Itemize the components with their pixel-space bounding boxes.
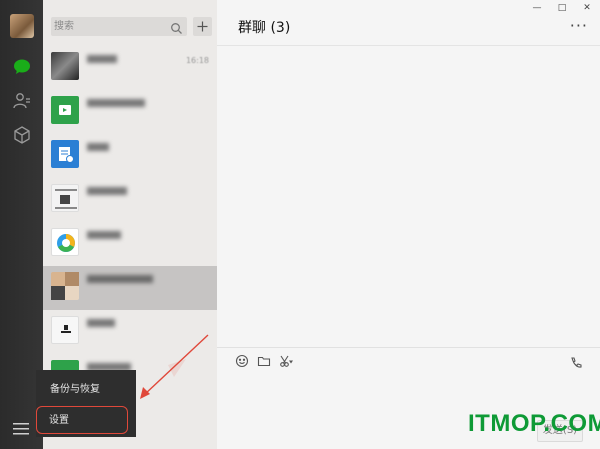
avatar xyxy=(51,316,79,344)
search-row xyxy=(43,14,217,38)
item-name xyxy=(87,275,153,283)
close-icon[interactable]: ✕ xyxy=(582,3,592,13)
composer-toolbar xyxy=(235,354,293,368)
list-item[interactable]: 16:18 xyxy=(43,46,217,90)
maximize-icon[interactable]: □ xyxy=(557,3,567,13)
folder-icon[interactable] xyxy=(257,354,271,368)
avatar xyxy=(51,52,79,80)
chat-icon[interactable] xyxy=(12,57,32,77)
item-name xyxy=(87,55,117,63)
item-name xyxy=(87,143,109,151)
add-button[interactable] xyxy=(193,17,212,36)
list-item[interactable] xyxy=(43,222,217,266)
item-name xyxy=(87,319,115,327)
item-name xyxy=(87,187,127,195)
watermark: ITMOP.COM xyxy=(468,410,600,437)
list-item[interactable] xyxy=(43,134,217,178)
emoji-icon[interactable] xyxy=(235,354,249,368)
divider xyxy=(217,45,600,46)
menu-icon[interactable] xyxy=(13,422,29,436)
video-call-icon[interactable] xyxy=(569,355,583,369)
search-input[interactable] xyxy=(54,19,164,34)
list-item[interactable] xyxy=(43,266,217,310)
window-controls: — □ ✕ xyxy=(532,3,592,13)
item-name xyxy=(87,99,145,107)
settings-menu-item[interactable]: 设置 xyxy=(36,406,128,434)
avatar xyxy=(51,228,79,256)
avatar xyxy=(51,184,79,212)
item-time: 16:18 xyxy=(185,56,209,65)
plus-icon xyxy=(197,21,208,32)
divider xyxy=(217,347,600,348)
main-menu-popup: 备份与恢复 设置 xyxy=(36,370,136,437)
backup-restore-menu-item[interactable]: 备份与恢复 xyxy=(36,376,136,404)
avatar xyxy=(51,272,79,300)
list-item[interactable] xyxy=(43,178,217,222)
document-icon xyxy=(51,140,79,168)
chat-title: 群聊 (3) xyxy=(238,20,291,36)
contacts-icon[interactable] xyxy=(12,91,32,111)
list-item[interactable] xyxy=(43,90,217,134)
favorites-icon[interactable] xyxy=(12,125,32,145)
scissors-icon[interactable] xyxy=(279,354,293,368)
annotation-arrow-icon xyxy=(140,334,209,399)
avatar[interactable] xyxy=(10,14,34,38)
file-transfer-icon xyxy=(51,96,79,124)
search-box[interactable] xyxy=(51,17,187,36)
search-icon[interactable] xyxy=(170,20,183,34)
more-icon[interactable]: ··· xyxy=(570,18,588,34)
item-name xyxy=(87,231,121,239)
chat-pane: — □ ✕ 群聊 (3) ··· 发送(S) xyxy=(217,0,600,449)
minimize-icon[interactable]: — xyxy=(532,3,542,13)
